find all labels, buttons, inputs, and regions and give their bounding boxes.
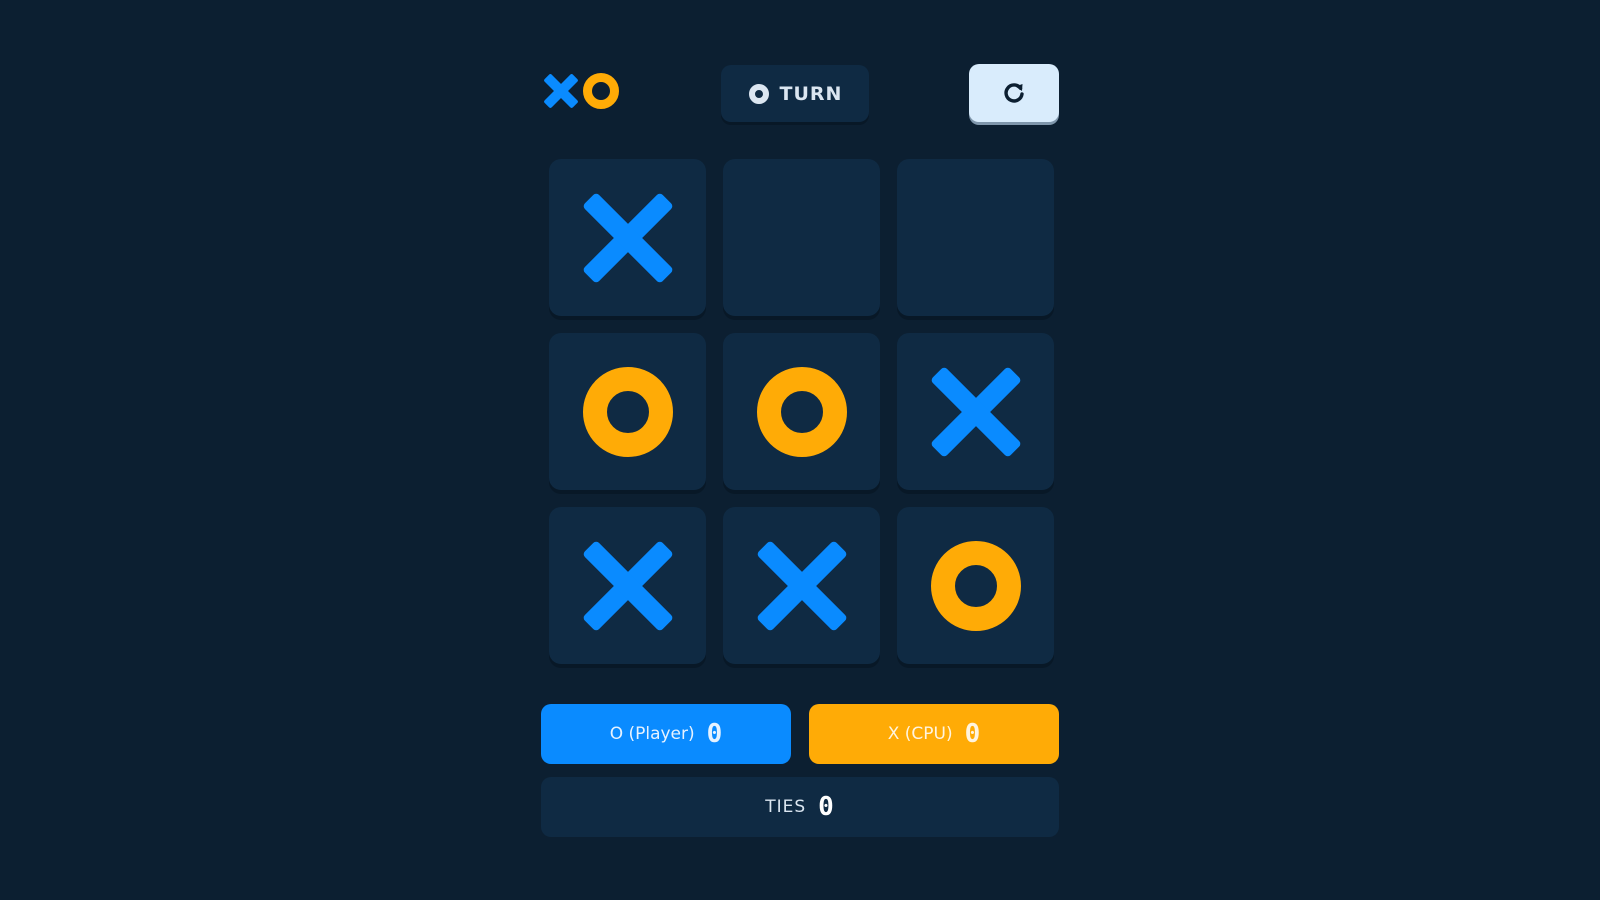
o-mark-icon [582,366,673,457]
header: TURN [541,64,1059,122]
score-panel: O (Player) 0 X (CPU) 0 TIES 0 [541,704,1059,837]
score-o-value: 0 [706,719,723,749]
board-cell[interactable] [723,333,880,490]
board-cell[interactable] [723,507,880,664]
x-mark-icon [757,541,846,630]
score-x-label: X (CPU) [887,724,953,744]
logo-icon [544,73,619,109]
board-cell[interactable] [549,333,706,490]
x-mark-icon [583,541,672,630]
x-mark-icon [583,193,672,282]
o-icon [748,83,769,104]
o-mark-icon [756,366,847,457]
restart-button[interactable] [969,64,1059,122]
restart-icon [1004,83,1024,103]
score-o-label: O (Player) [609,724,695,744]
ties-value: 0 [818,792,835,822]
turn-label: TURN [779,82,843,105]
board-cell[interactable] [897,507,1054,664]
score-row: O (Player) 0 X (CPU) 0 [541,704,1059,764]
ties-label: TIES [765,797,807,817]
score-ties: TIES 0 [541,777,1059,837]
board-cell[interactable] [549,507,706,664]
o-mark-icon [930,540,1021,631]
game-container: TURN O (Player) 0 X (CPU) 0 TIES 0 [541,64,1059,837]
score-x-value: 0 [964,719,981,749]
board-cell[interactable] [549,159,706,316]
board-cell[interactable] [723,159,880,316]
turn-indicator: TURN [721,65,869,122]
board-cell[interactable] [897,333,1054,490]
board-cell[interactable] [897,159,1054,316]
score-o-player: O (Player) 0 [541,704,791,764]
game-board [549,159,1054,664]
score-x-cpu: X (CPU) 0 [809,704,1059,764]
x-mark-icon [931,367,1020,456]
